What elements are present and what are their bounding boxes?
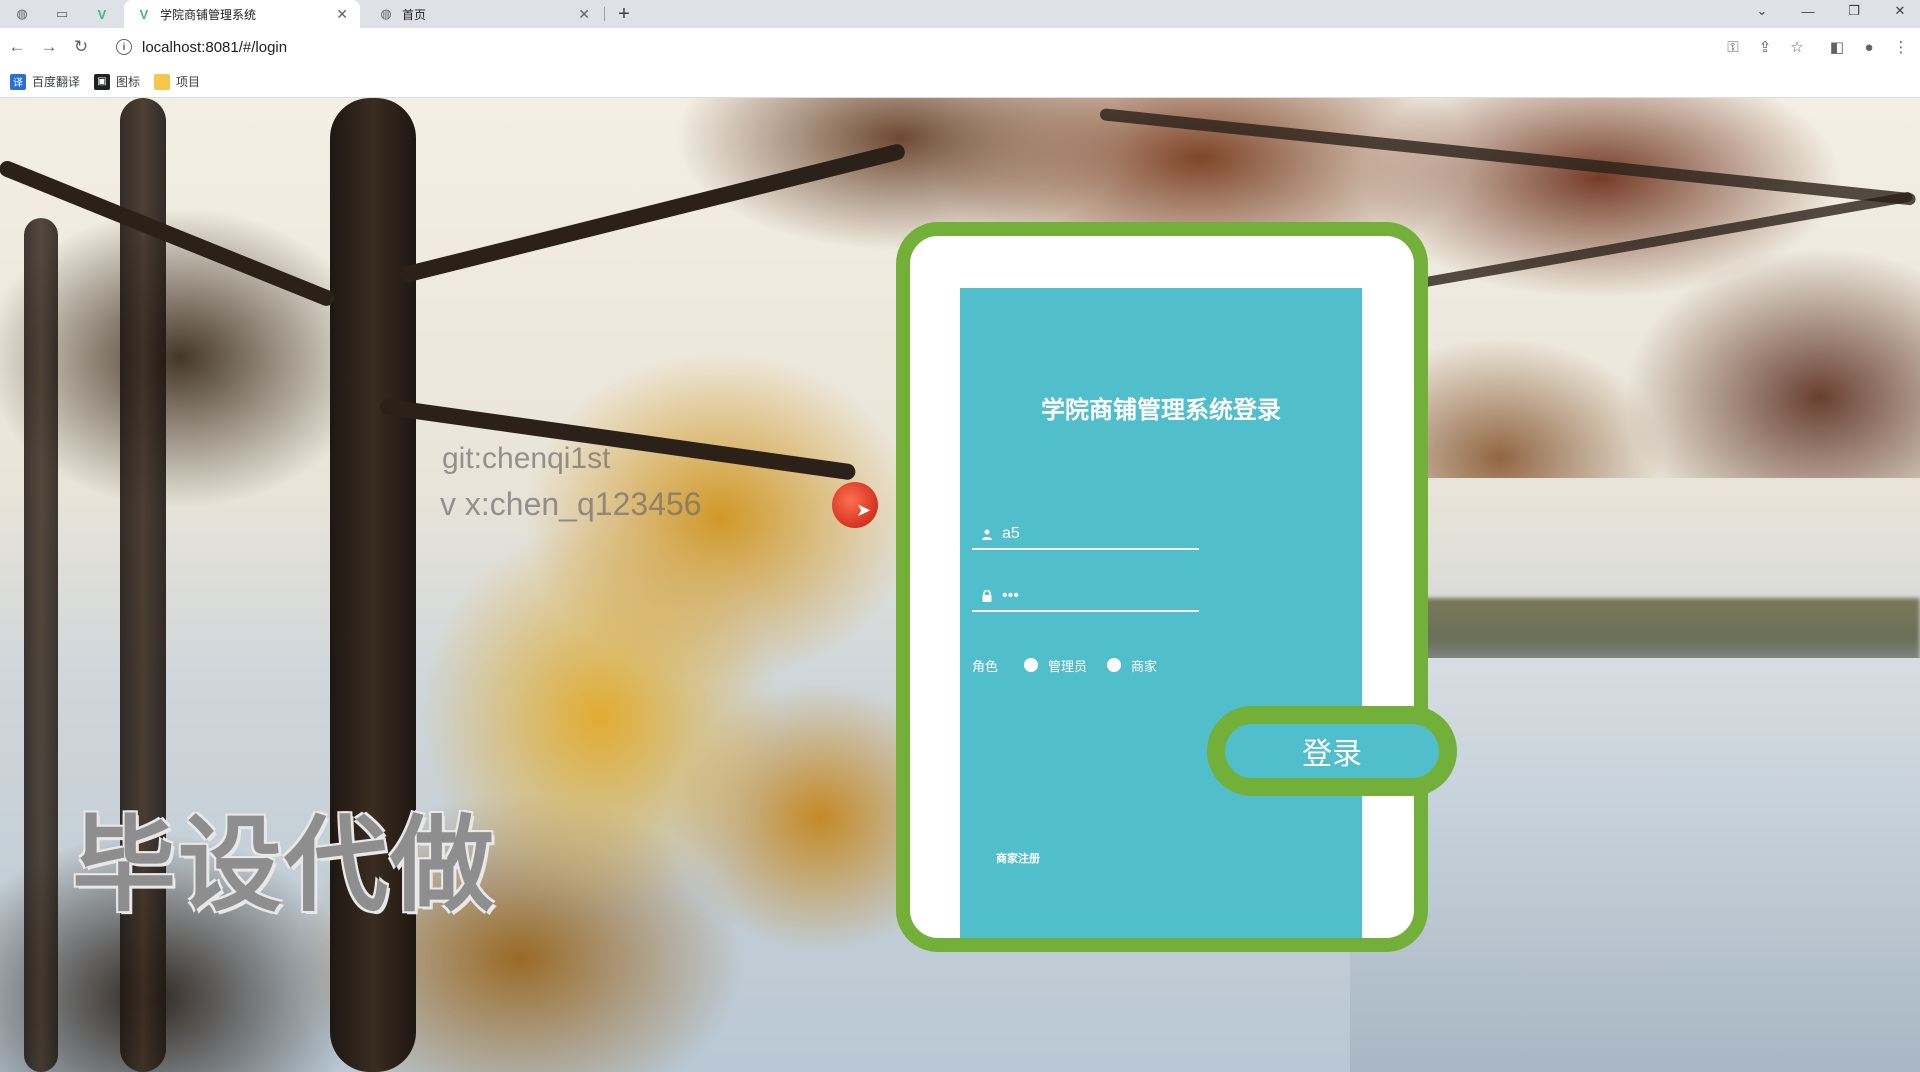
vue-icon: V	[139, 6, 149, 22]
close-window-button[interactable]: ✕	[1882, 0, 1918, 22]
minimize-button[interactable]: —	[1790, 0, 1826, 22]
login-title: 学院商铺管理系统登录	[1041, 396, 1281, 424]
star-icon[interactable]: ☆	[1786, 36, 1808, 58]
username-input[interactable]	[1002, 525, 1182, 543]
username-field[interactable]	[972, 520, 1199, 550]
reload-icon[interactable]: ↻	[70, 36, 92, 58]
forward-icon[interactable]: →	[38, 36, 60, 58]
watermark-wechat: v x:chen_q123456	[440, 486, 702, 522]
tab-active[interactable]: V 学院商铺管理系统 ✕	[124, 0, 360, 28]
tree-trunk	[24, 218, 58, 1072]
tab-separator	[604, 7, 605, 21]
radio-merchant[interactable]	[1107, 658, 1122, 672]
info-icon[interactable]: i	[116, 39, 132, 55]
globe-icon: ◍	[380, 6, 392, 21]
password-field[interactable]	[972, 582, 1199, 612]
bookmark-icons[interactable]: ▣ 图标	[94, 73, 140, 90]
new-tab-button[interactable]: +	[612, 3, 636, 25]
browser-tab-bar: ◍ ▭ V V 学院商铺管理系统 ✕ ◍ 首页 ✕ + ⌄ — ❐ ✕	[0, 0, 1920, 28]
user-icon	[980, 527, 994, 541]
tab-search-icon[interactable]: ⌄	[1744, 0, 1780, 22]
bookmark-label: 项目	[176, 75, 201, 89]
tab-title: 学院商铺管理系统	[160, 7, 257, 22]
login-button[interactable]: 登录	[1225, 724, 1439, 778]
role-label: 角色	[972, 659, 999, 675]
back-icon[interactable]: ←	[6, 36, 28, 58]
cursor-arrow-icon: ➤	[856, 500, 872, 520]
translate-icon: 译	[10, 73, 26, 90]
folder-icon	[154, 73, 171, 90]
role-selector: 角色 管理员 商家	[972, 654, 1177, 676]
pinned-tab-icon[interactable]: ▭	[46, 3, 78, 25]
tab-title: 首页	[402, 7, 427, 22]
image-icon: ▣	[94, 73, 111, 90]
close-icon[interactable]: ✕	[578, 6, 590, 23]
bookmarks-bar: 译 百度翻译 ▣ 图标 项目	[0, 66, 1920, 98]
bookmark-label: 图标	[116, 75, 141, 89]
restore-button[interactable]: ❐	[1836, 0, 1872, 22]
menu-icon[interactable]: ⋮	[1890, 36, 1912, 58]
address-bar[interactable]: i localhost:8081/#/login	[106, 32, 1776, 62]
share-icon[interactable]: ⇪	[1754, 36, 1776, 58]
login-card	[960, 288, 1362, 938]
side-panel-icon[interactable]: ◧	[1826, 36, 1848, 58]
cursor-highlight	[832, 482, 878, 528]
merchant-register-link[interactable]: 商家注册	[996, 850, 1040, 866]
password-input[interactable]	[1002, 587, 1182, 605]
watermark-git: git:chenqi1st	[442, 442, 611, 475]
radio-label-admin[interactable]: 管理员	[1048, 656, 1087, 675]
globe-icon[interactable]: ◍	[6, 3, 38, 25]
lock-icon	[980, 589, 994, 603]
bookmark-project[interactable]: 项目	[154, 73, 200, 90]
key-icon[interactable]: ⚿	[1722, 36, 1744, 58]
profile-icon[interactable]: ●	[1858, 36, 1880, 58]
vue-icon[interactable]: V	[86, 3, 118, 25]
bookmark-baidu-translate[interactable]: 译 百度翻译	[10, 73, 80, 90]
tab-home[interactable]: ◍ 首页 ✕	[366, 0, 602, 28]
radio-admin[interactable]	[1024, 658, 1039, 672]
watermark-banner: 毕设代做	[72, 804, 497, 926]
close-icon[interactable]: ✕	[336, 6, 348, 23]
radio-label-merchant[interactable]: 商家	[1131, 656, 1157, 675]
bookmark-label: 百度翻译	[32, 75, 81, 89]
browser-toolbar: ← → ↻ i localhost:8081/#/login ⚿ ⇪ ☆ ◧ ●…	[0, 28, 1920, 66]
address-text: localhost:8081/#/login	[142, 38, 288, 56]
